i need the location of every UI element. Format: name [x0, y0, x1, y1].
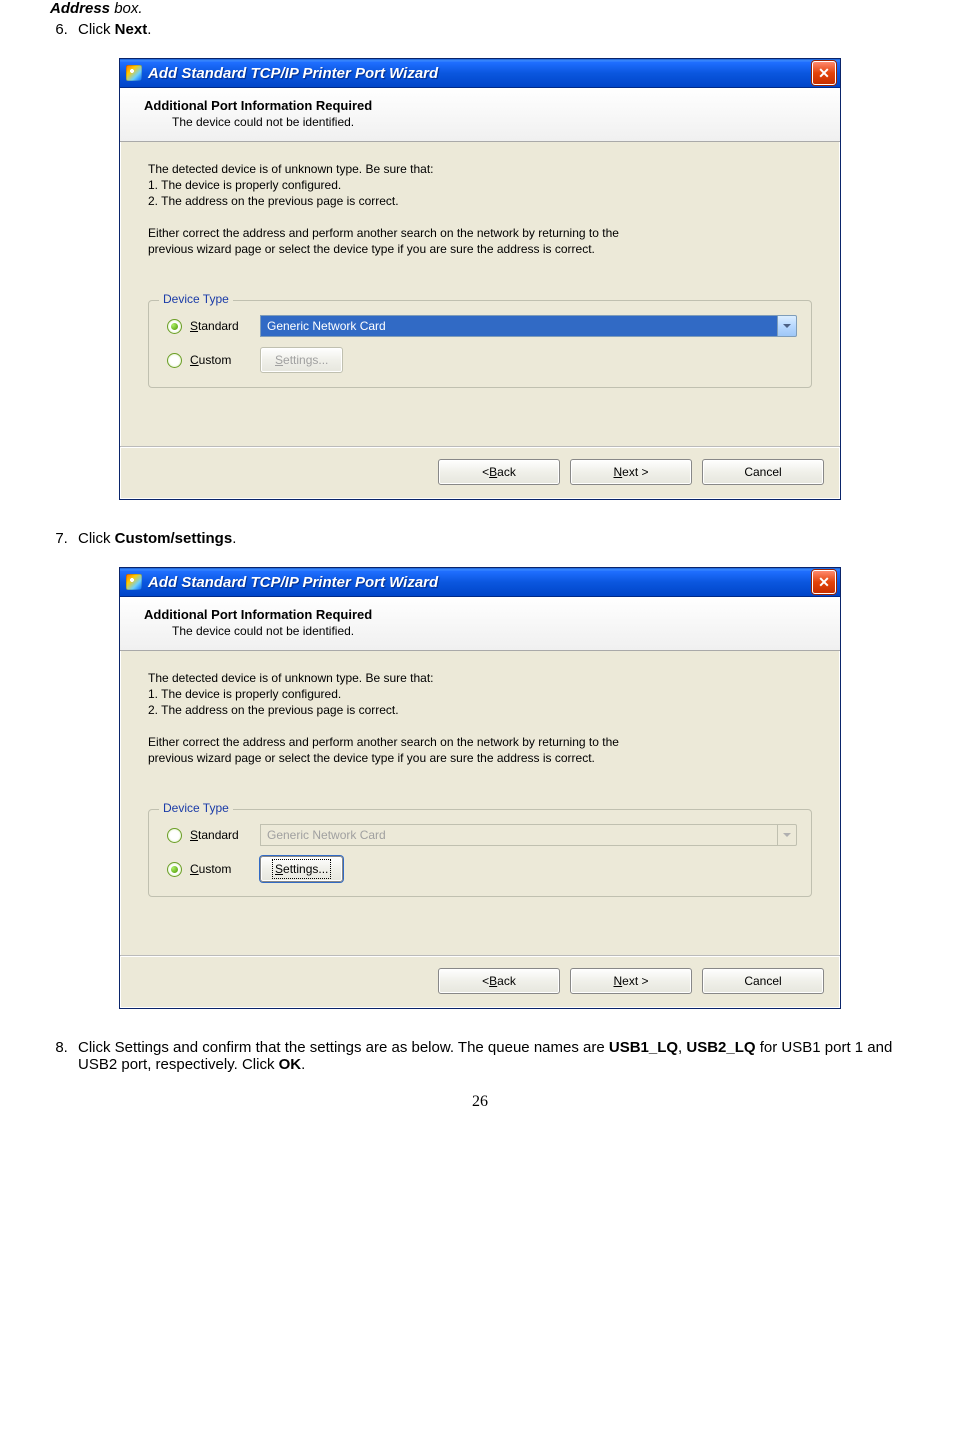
- intro-line: Address box.: [40, 0, 920, 17]
- next-button[interactable]: Next >: [570, 459, 692, 485]
- dialog-footer: < Back Next > Cancel: [120, 955, 840, 1008]
- wizard-icon: [126, 574, 142, 590]
- close-button[interactable]: ✕: [812, 570, 836, 594]
- device-type-combo: Generic Network Card: [260, 824, 797, 846]
- custom-label[interactable]: Custom: [190, 862, 260, 876]
- back-button[interactable]: < Back: [438, 968, 560, 994]
- settings-button[interactable]: Settings...: [260, 856, 343, 882]
- standard-radio[interactable]: [167, 828, 182, 843]
- step-6: Click Next.: [72, 21, 920, 38]
- step-7: Click Custom/settings.: [72, 530, 920, 547]
- header-subtitle: The device could not be identified.: [144, 624, 816, 638]
- page-number: 26: [40, 1093, 920, 1111]
- close-icon: ✕: [818, 65, 830, 82]
- back-button[interactable]: < Back: [438, 459, 560, 485]
- window-title: Add Standard TCP/IP Printer Port Wizard: [148, 574, 812, 591]
- device-type-group: Device Type Standard Generic Network Car…: [148, 809, 812, 897]
- window-title: Add Standard TCP/IP Printer Port Wizard: [148, 65, 812, 82]
- combo-value: Generic Network Card: [260, 315, 777, 337]
- standard-label[interactable]: Standard: [190, 828, 260, 842]
- titlebar[interactable]: Add Standard TCP/IP Printer Port Wizard …: [120, 568, 840, 597]
- cancel-button[interactable]: Cancel: [702, 968, 824, 994]
- body-line-1: The detected device is of unknown type. …: [148, 671, 812, 685]
- cancel-button[interactable]: Cancel: [702, 459, 824, 485]
- body-line-3: 2. The address on the previous page is c…: [148, 194, 812, 208]
- header-title: Additional Port Information Required: [144, 98, 816, 113]
- wizard-icon: [126, 65, 142, 81]
- body-either-1: Either correct the address and perform a…: [148, 226, 812, 240]
- group-legend: Device Type: [159, 801, 233, 815]
- chevron-down-icon: [783, 833, 791, 837]
- combo-dropdown-button[interactable]: [777, 315, 797, 337]
- body-either-1: Either correct the address and perform a…: [148, 735, 812, 749]
- wizard-dialog-1: Add Standard TCP/IP Printer Port Wizard …: [119, 58, 841, 500]
- standard-radio[interactable]: [167, 319, 182, 334]
- intro-bold: Address: [50, 0, 110, 17]
- chevron-down-icon: [783, 324, 791, 328]
- close-icon: ✕: [818, 574, 830, 591]
- standard-label[interactable]: Standard: [190, 319, 260, 333]
- dialog-header: Additional Port Information Required The…: [120, 88, 840, 142]
- dialog-footer: < Back Next > Cancel: [120, 446, 840, 499]
- combo-dropdown-button: [777, 824, 797, 846]
- wizard-dialog-2: Add Standard TCP/IP Printer Port Wizard …: [119, 567, 841, 1009]
- body-line-1: The detected device is of unknown type. …: [148, 162, 812, 176]
- header-title: Additional Port Information Required: [144, 607, 816, 622]
- body-line-2: 1. The device is properly configured.: [148, 178, 812, 192]
- intro-italic: box.: [110, 0, 143, 17]
- group-legend: Device Type: [159, 292, 233, 306]
- device-type-group: Device Type Standard Generic Network Car…: [148, 300, 812, 388]
- next-button[interactable]: Next >: [570, 968, 692, 994]
- body-line-3: 2. The address on the previous page is c…: [148, 703, 812, 717]
- body-line-2: 1. The device is properly configured.: [148, 687, 812, 701]
- custom-radio[interactable]: [167, 353, 182, 368]
- titlebar[interactable]: Add Standard TCP/IP Printer Port Wizard …: [120, 59, 840, 88]
- header-subtitle: The device could not be identified.: [144, 115, 816, 129]
- body-either-2: previous wizard page or select the devic…: [148, 751, 812, 765]
- combo-value: Generic Network Card: [260, 824, 777, 846]
- dialog-body: The detected device is of unknown type. …: [120, 651, 840, 931]
- custom-radio[interactable]: [167, 862, 182, 877]
- dialog-header: Additional Port Information Required The…: [120, 597, 840, 651]
- device-type-combo[interactable]: Generic Network Card: [260, 315, 797, 337]
- close-button[interactable]: ✕: [812, 61, 836, 85]
- body-either-2: previous wizard page or select the devic…: [148, 242, 812, 256]
- step-8: Click Settings and confirm that the sett…: [72, 1039, 920, 1073]
- custom-label[interactable]: Custom: [190, 353, 260, 367]
- settings-button: Settings...: [260, 347, 343, 373]
- dialog-body: The detected device is of unknown type. …: [120, 142, 840, 422]
